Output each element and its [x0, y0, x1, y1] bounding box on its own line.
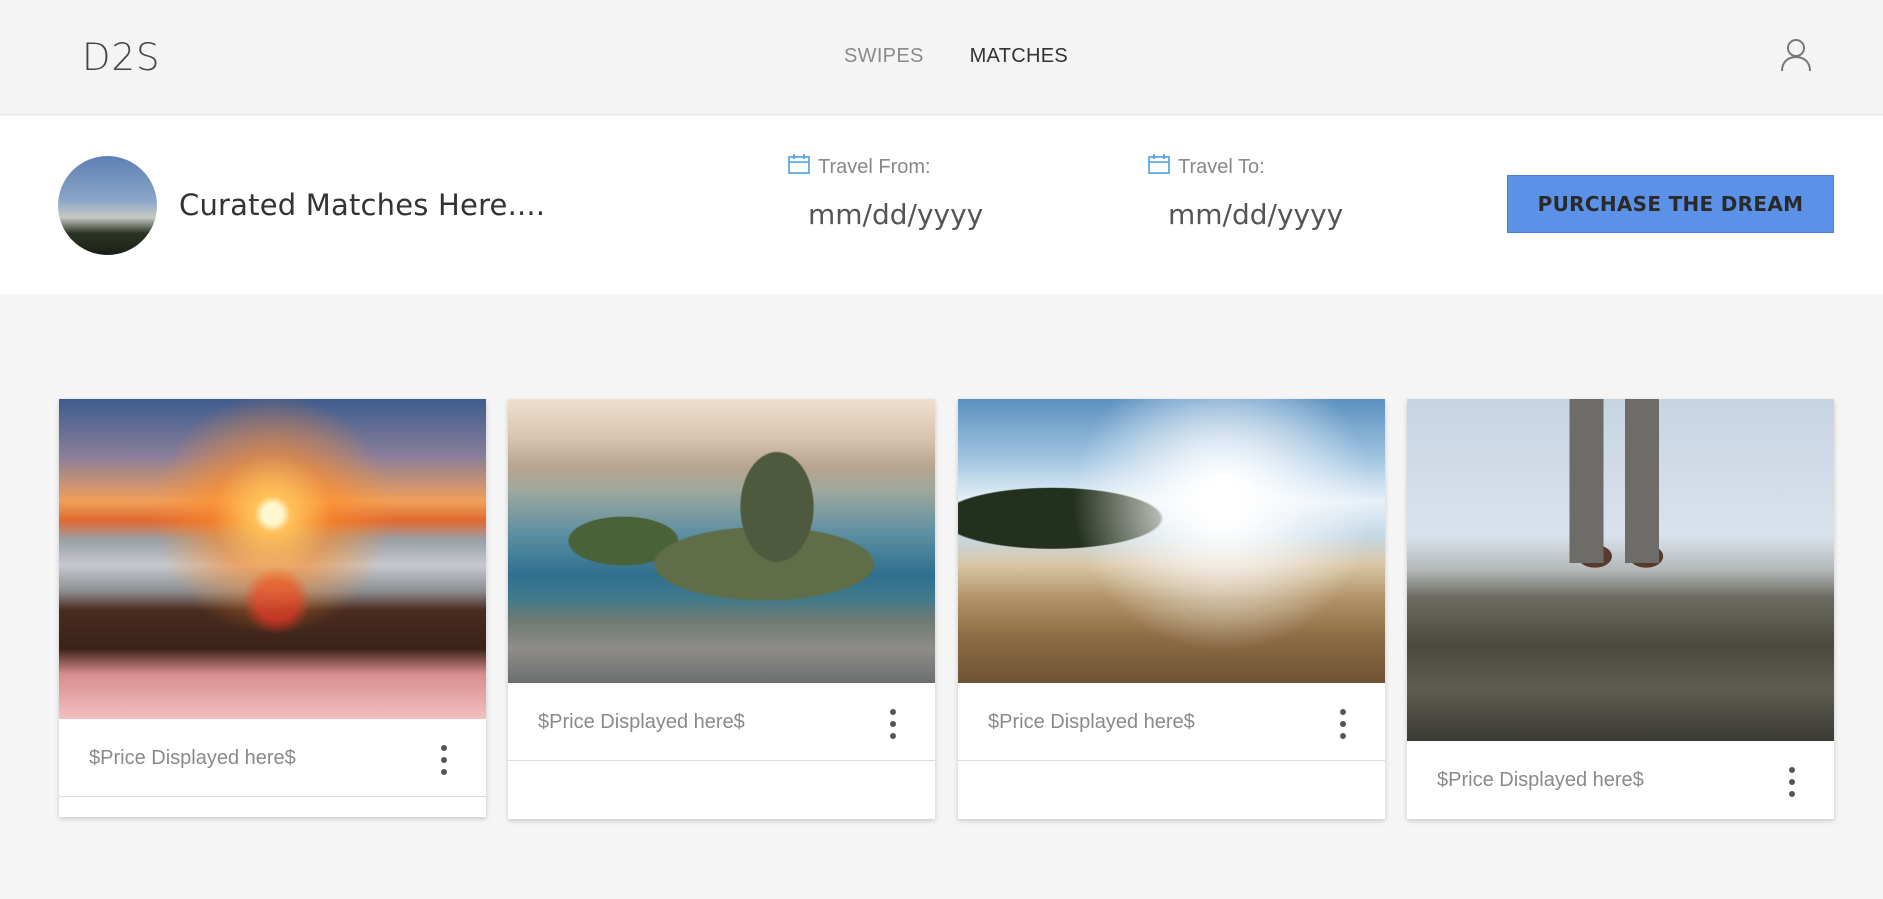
price-label: $Price Displayed here$ — [1437, 769, 1644, 791]
avatar — [58, 156, 157, 255]
nav-links: SWIPES MATCHES — [844, 45, 1068, 68]
price-label: $Price Displayed here$ — [988, 711, 1195, 733]
card-bottom — [958, 761, 1385, 819]
travel-from-label: Travel From: — [788, 154, 1048, 180]
nav-swipes-link[interactable]: SWIPES — [844, 45, 924, 68]
more-vertical-icon[interactable] — [438, 745, 450, 775]
user-icon[interactable] — [1780, 38, 1812, 72]
travel-from-group: Travel From: — [788, 154, 1048, 231]
card-bottom — [59, 797, 486, 817]
travel-from-label-text: Travel From: — [818, 155, 931, 178]
card-image[interactable] — [958, 399, 1385, 683]
card-bottom — [508, 761, 935, 819]
travel-to-label-text: Travel To: — [1178, 155, 1265, 178]
card-footer: $Price Displayed here$ — [59, 719, 486, 797]
destination-card[interactable]: $Price Displayed here$ — [59, 399, 486, 817]
travel-from-input[interactable] — [808, 198, 1028, 231]
calendar-icon — [1148, 154, 1170, 180]
calendar-icon — [788, 154, 810, 180]
destination-card[interactable]: $Price Displayed here$ — [508, 399, 935, 819]
card-footer: $Price Displayed here$ — [508, 683, 935, 761]
card-footer: $Price Displayed here$ — [958, 683, 1385, 761]
destination-card[interactable]: $Price Displayed here$ — [958, 399, 1385, 819]
card-image[interactable] — [1407, 399, 1834, 741]
brand-logo[interactable]: D2S — [82, 36, 161, 79]
card-image[interactable] — [508, 399, 935, 683]
more-vertical-icon[interactable] — [887, 709, 899, 739]
travel-to-group: Travel To: — [1148, 154, 1408, 231]
travel-to-input[interactable] — [1168, 198, 1388, 231]
page-title: Curated Matches Here.... — [179, 188, 546, 222]
card-image[interactable] — [59, 399, 486, 719]
travel-to-label: Travel To: — [1148, 154, 1408, 180]
price-label: $Price Displayed here$ — [89, 747, 296, 769]
matches-header: Curated Matches Here.... Travel From: mm… — [0, 116, 1883, 294]
more-vertical-icon[interactable] — [1786, 767, 1798, 797]
card-footer: $Price Displayed here$ — [1407, 741, 1834, 819]
nav-matches-link[interactable]: MATCHES — [970, 45, 1068, 68]
destination-card[interactable]: $Price Displayed here$ — [1407, 399, 1834, 819]
price-label: $Price Displayed here$ — [538, 711, 745, 733]
more-vertical-icon[interactable] — [1337, 709, 1349, 739]
purchase-button[interactable]: PURCHASE THE DREAM — [1507, 175, 1834, 233]
top-navbar: D2S SWIPES MATCHES — [0, 0, 1883, 115]
